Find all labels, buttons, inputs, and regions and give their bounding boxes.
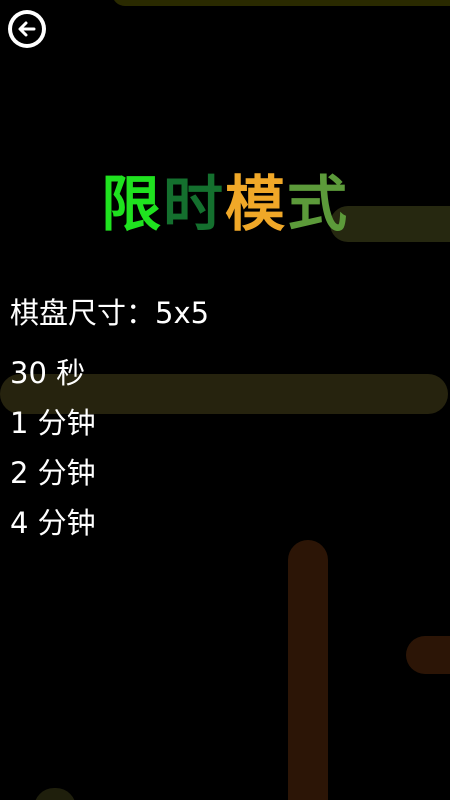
- title-char: 模: [225, 170, 287, 240]
- title-char: 时: [163, 170, 225, 240]
- background-bar: [112, 0, 450, 6]
- title-char: 限: [101, 170, 163, 240]
- back-arrow-icon: [18, 21, 36, 37]
- background-bar: [406, 636, 450, 674]
- back-button-inner: [12, 14, 42, 44]
- background-bar: [288, 540, 328, 800]
- board-size-label: 棋盘尺寸：5x5: [10, 296, 210, 330]
- background-bar: [34, 788, 76, 800]
- time-limit-menu: 30 秒 1 分钟 2 分钟 4 分钟: [10, 348, 310, 548]
- title-char: 式: [287, 170, 349, 240]
- menu-item-2-minutes[interactable]: 2 分钟: [10, 448, 310, 498]
- back-button[interactable]: [8, 10, 46, 48]
- menu-item-4-minutes[interactable]: 4 分钟: [10, 498, 310, 548]
- game-screen: 限时模式 棋盘尺寸：5x5 30 秒 1 分钟 2 分钟 4 分钟: [0, 0, 450, 800]
- page-title: 限时模式: [0, 172, 450, 238]
- menu-item-30-seconds[interactable]: 30 秒: [10, 348, 310, 398]
- menu-item-1-minute[interactable]: 1 分钟: [10, 398, 310, 448]
